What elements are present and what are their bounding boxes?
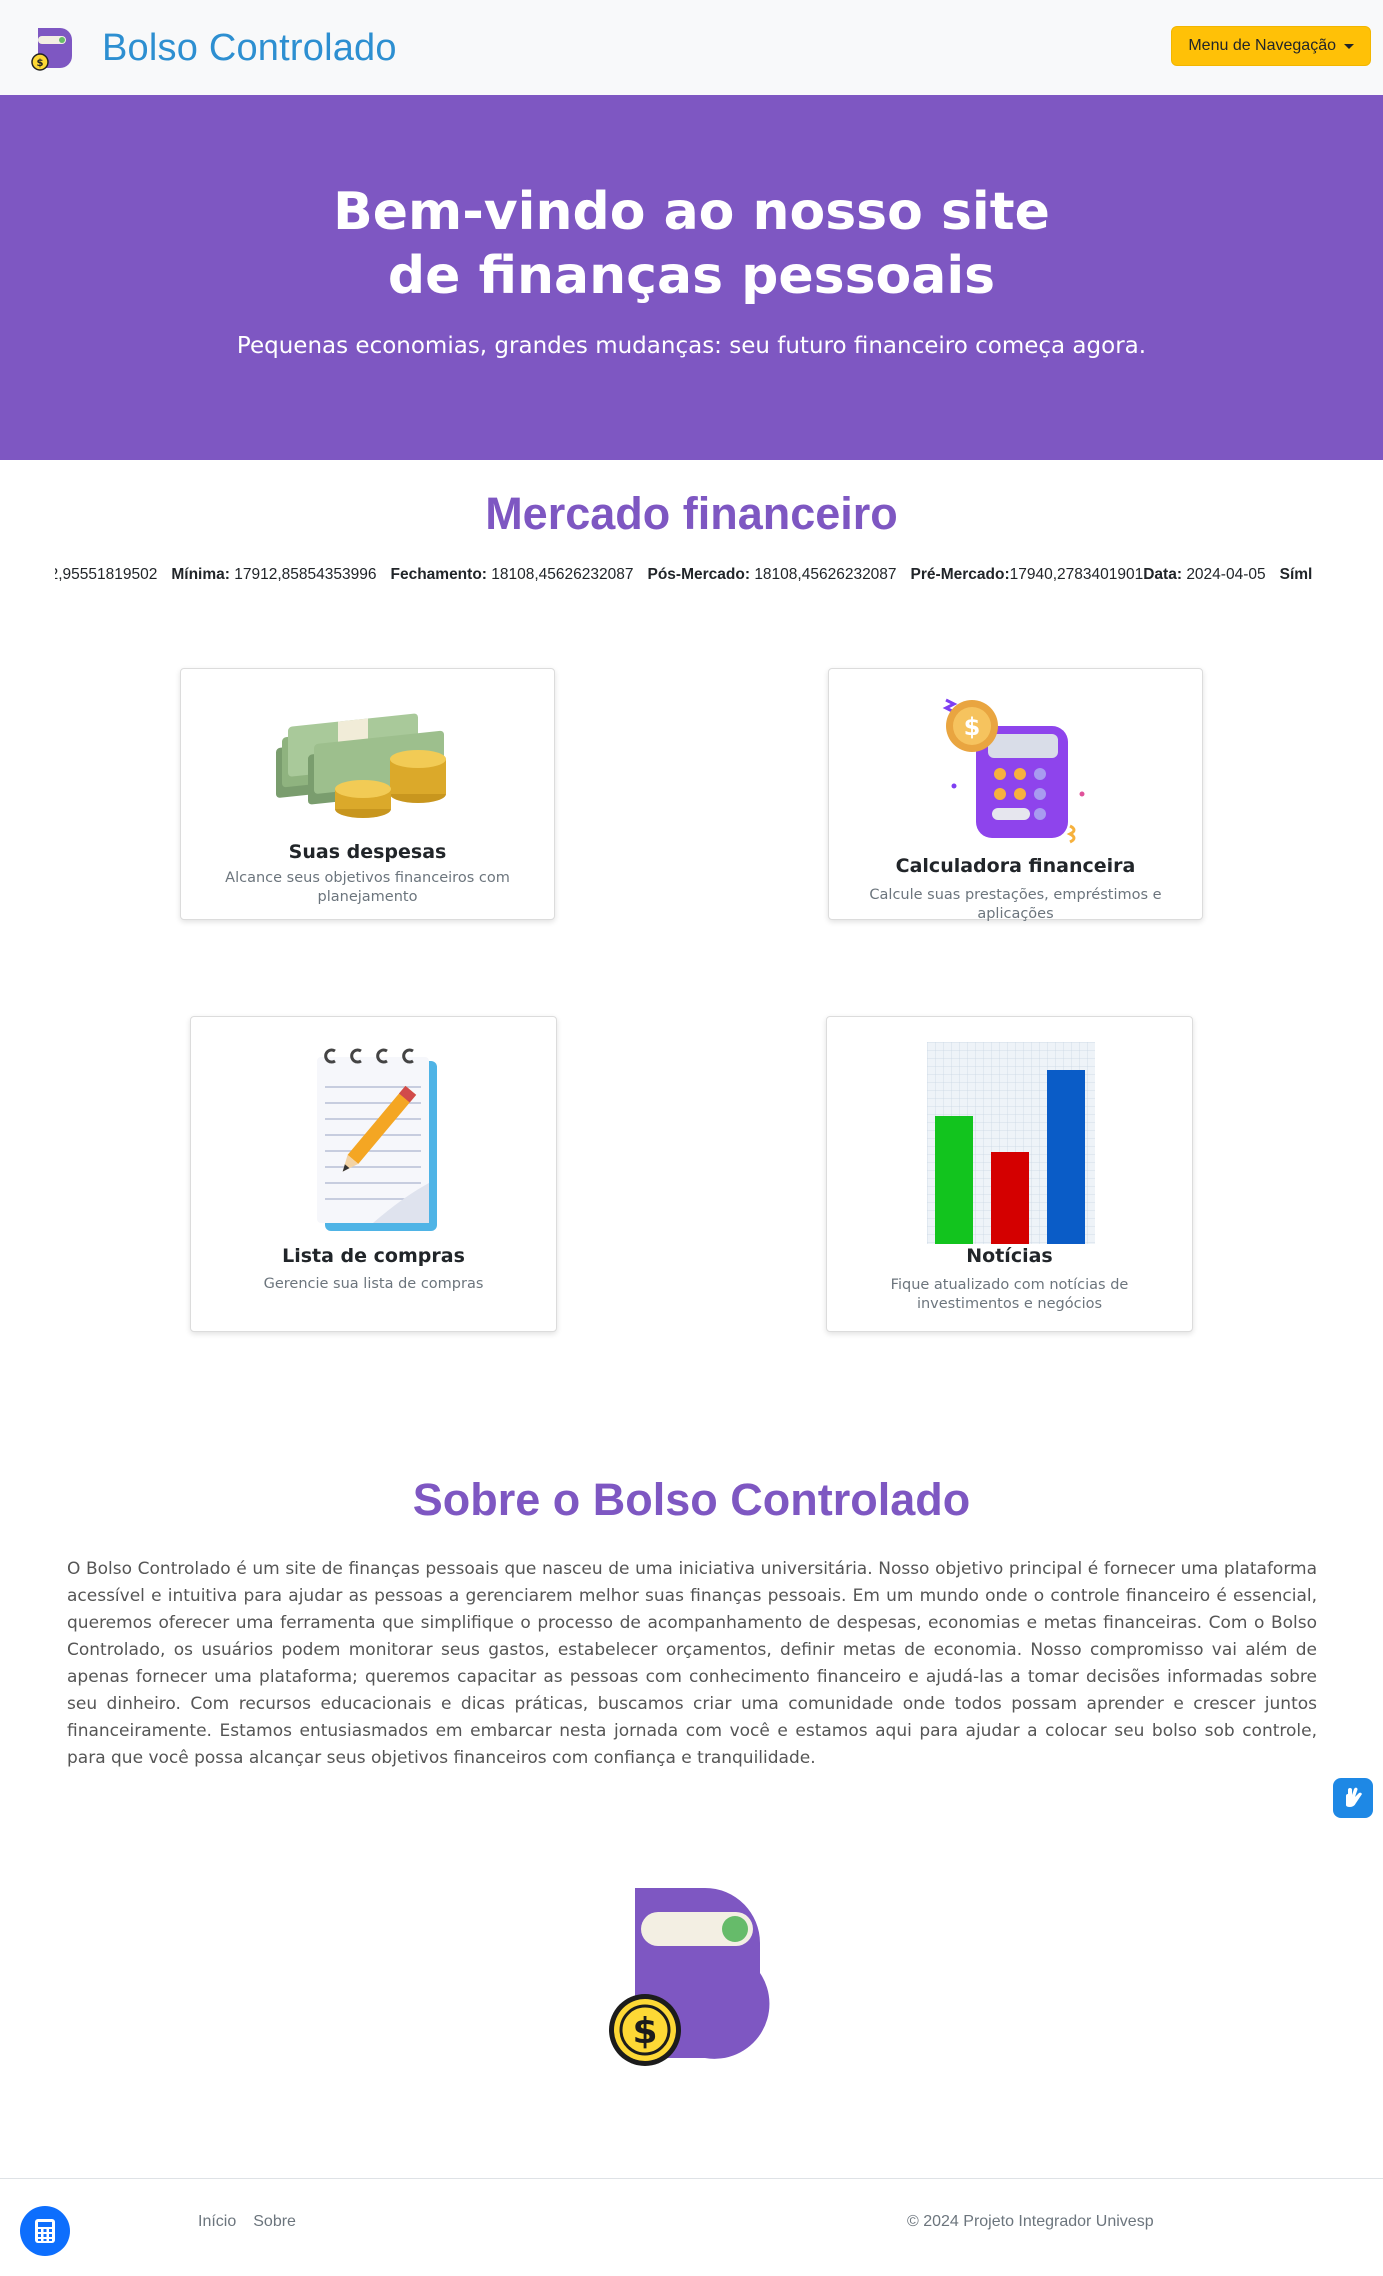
navbar: $ Bolso Controlado Menu de Navegação: [0, 0, 1383, 95]
accessibility-hands-button[interactable]: [1333, 1778, 1373, 1818]
hero-title-line2: de finanças pessoais: [387, 246, 996, 306]
ticker-item: Pré-Mercado:17940,2783401901: [910, 566, 1144, 583]
market-title: Mercado financeiro: [485, 488, 898, 539]
bolso-controlado-logo: $: [609, 1888, 770, 2066]
card-text: Calcule suas prestações, empréstimos e a…: [869, 887, 1162, 922]
hero-title-line1: Bem-vindo ao nosso site: [333, 182, 1050, 242]
ticker-item: Mínima: 17912,85854353996: [171, 566, 377, 583]
footer: Início Sobre © 2024 Projeto Integrador U…: [0, 2178, 1383, 2276]
card-title: Lista de compras: [282, 1245, 465, 1267]
card-shopping-list[interactable]: Lista de compras Gerencie sua lista de c…: [190, 1016, 557, 1332]
ticker-item: Data: 2024-04-05: [1143, 566, 1266, 583]
notepad-icon: [317, 1048, 437, 1231]
card-title: Suas despesas: [288, 841, 447, 863]
about-title: Sobre o Bolso Controlado: [412, 1474, 971, 1525]
footer-links: Início Sobre: [198, 2213, 313, 2231]
svg-text:$: $: [632, 2011, 657, 2052]
hero-subtitle: Pequenas economias, grandes mudanças: se…: [236, 333, 1147, 359]
brand-name: Bolso Controlado: [102, 26, 397, 69]
card-title: Notícias: [966, 1245, 1053, 1267]
card-text: Gerencie sua lista de compras: [263, 1276, 484, 1292]
card-text: Alcance seus objetivos financeiros com p…: [225, 870, 510, 905]
hero-title: Bem-vindo ao nosso site de finanças pess…: [0, 180, 1383, 308]
bar-chart-icon: [927, 1042, 1095, 1244]
caret-down-icon: [1344, 43, 1354, 49]
card-text: Fique atualizado com notícias de investi…: [890, 1277, 1129, 1312]
card-expenses[interactable]: Suas despesas Alcance seus objetivos fin…: [180, 668, 555, 920]
ticker-item: Síml: [1279, 566, 1313, 583]
card-calculator[interactable]: $ Calculadora financeira Calcule suas pr…: [828, 668, 1203, 922]
copyright: © 2024 Projeto Integrador Univesp: [907, 2213, 1154, 2230]
calculator-icon: [35, 2219, 55, 2243]
money-stack-icon: [276, 713, 446, 818]
about-text: O Bolso Controlado é um site de finanças…: [67, 1559, 1317, 1768]
brand[interactable]: $ Bolso Controlado: [30, 20, 397, 76]
wallet-logo-icon: $: [31, 28, 72, 71]
ticker-item: Fechamento: 18108,45626232087: [390, 566, 634, 583]
market-ticker: 02,95551819502 Mínima: 17912,85854353996…: [55, 566, 1330, 590]
navigation-menu-label: Menu de Navegação: [1188, 37, 1336, 54]
svg-text:$: $: [37, 58, 44, 69]
card-title: Calculadora financeira: [895, 855, 1136, 877]
ticker-item: Pós-Mercado: 18108,45626232087: [647, 566, 897, 583]
calculator-icon: $: [942, 698, 1085, 844]
navigation-menu-button[interactable]: Menu de Navegação: [1171, 26, 1371, 66]
sign-language-hand-icon: [1346, 1787, 1362, 1807]
hero-banner: Bem-vindo ao nosso site de finanças pess…: [0, 95, 1383, 460]
footer-link-home[interactable]: Início: [198, 2213, 236, 2231]
calculator-fab-button[interactable]: [20, 2206, 70, 2256]
svg-text:$: $: [964, 713, 981, 741]
card-news[interactable]: Notícias Fique atualizado com notícias d…: [826, 1016, 1193, 1332]
ticker-item: 02,95551819502: [55, 566, 158, 583]
footer-link-about[interactable]: Sobre: [253, 2213, 296, 2231]
